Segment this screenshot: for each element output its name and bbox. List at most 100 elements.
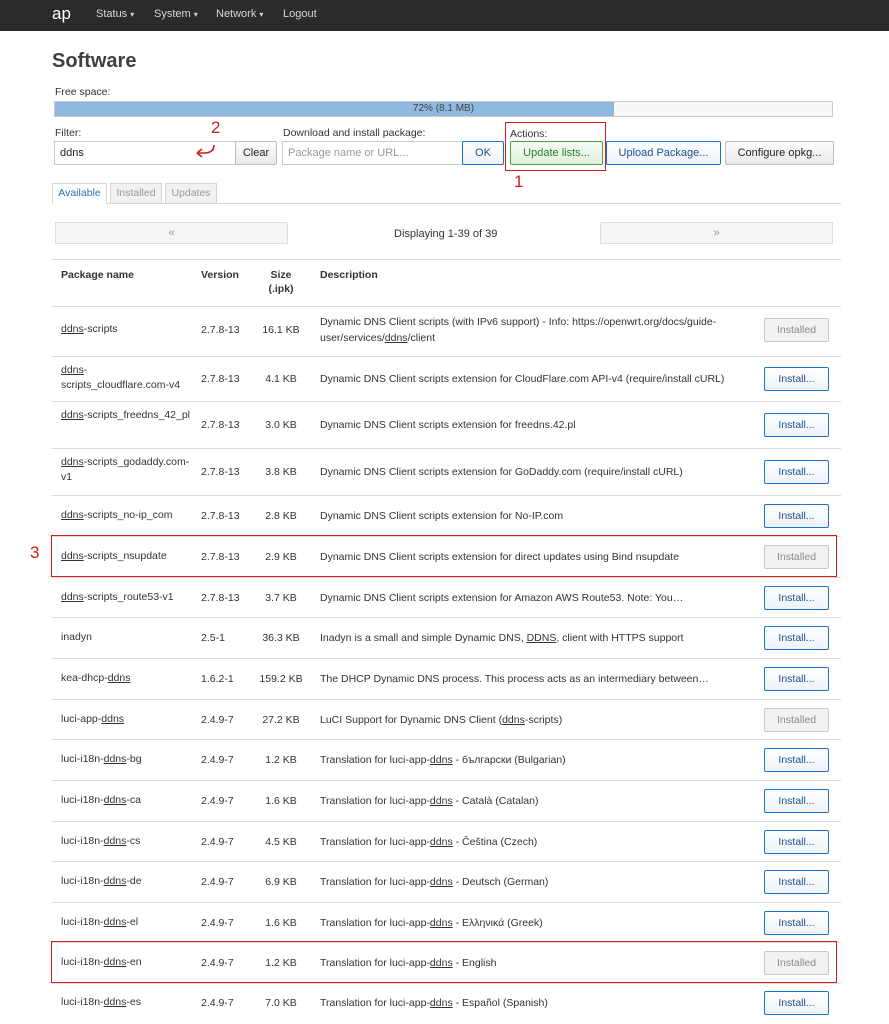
install-button[interactable]: Install... bbox=[764, 911, 829, 935]
package-version: 2.4.9-7 bbox=[201, 836, 234, 848]
package-name: ddns-scripts_route53-v1 bbox=[61, 590, 193, 605]
text-part: Dynamic DNS Client scripts extension for… bbox=[320, 509, 564, 522]
brand-logo[interactable]: ap bbox=[52, 4, 71, 24]
filter-label: Filter: bbox=[55, 127, 82, 139]
package-size: 2.8 KB bbox=[265, 509, 297, 522]
text-part: - Čeština (Czech) bbox=[452, 836, 538, 848]
package-size: 4.1 KB bbox=[265, 373, 297, 385]
text-part: Dynamic DNS Client scripts (with IPv6 su… bbox=[320, 316, 717, 344]
text-part: Inadyn is a small and simple Dynamic DNS… bbox=[320, 632, 527, 644]
free-space-bar: 72% (8.1 MB) bbox=[54, 101, 833, 117]
text-part: luci-i18n- bbox=[61, 835, 104, 847]
package-url-input[interactable]: Package name or URL... bbox=[282, 141, 463, 165]
text-part: -cs bbox=[126, 835, 141, 847]
text-part: LuCI Support for Dynamic DNS Client ( bbox=[320, 714, 503, 726]
upload-package-button[interactable]: Upload Package... bbox=[606, 141, 721, 165]
install-button[interactable]: Install... bbox=[764, 667, 829, 691]
install-button[interactable]: Install... bbox=[764, 503, 829, 528]
free-space-text: 72% (8.1 MB) bbox=[412, 103, 475, 114]
package-size: 7.0 KB bbox=[265, 997, 297, 1009]
nav-system[interactable]: System ▾ bbox=[154, 8, 198, 20]
text-part: luci-i18n- bbox=[61, 916, 104, 928]
install-button[interactable]: Install... bbox=[764, 991, 829, 1015]
text-part: - Ελληνικά (Greek) bbox=[452, 917, 543, 929]
clear-button[interactable]: Clear bbox=[235, 141, 277, 165]
keyword-highlight: ddns bbox=[61, 456, 84, 468]
package-size: 27.2 KB bbox=[262, 714, 300, 726]
pager-status: Displaying 1-39 of 39 bbox=[394, 228, 498, 240]
install-button[interactable]: Install... bbox=[764, 460, 829, 484]
ok-button[interactable]: OK bbox=[462, 141, 504, 165]
chevron-down-icon: ▾ bbox=[193, 10, 198, 19]
text-part: -scripts) bbox=[524, 714, 563, 726]
package-description: Translation for luci-app-ddns - Ελληνικά… bbox=[320, 915, 740, 931]
install-button[interactable]: Install... bbox=[764, 367, 829, 391]
install-button[interactable]: Install... bbox=[764, 413, 829, 437]
install-button[interactable]: Install... bbox=[764, 626, 829, 650]
text-part: -ca bbox=[126, 794, 141, 806]
keyword-highlight: ddns bbox=[61, 364, 84, 376]
package-name: luci-app-ddns bbox=[61, 712, 193, 727]
configure-opkg-button[interactable]: Configure opkg... bbox=[725, 141, 834, 165]
package-size: 1.2 KB bbox=[265, 754, 297, 766]
package-version: 2.4.9-7 bbox=[201, 754, 234, 766]
package-description: Translation for luci-app-ddns - Català (… bbox=[320, 793, 740, 809]
annotation-box-row bbox=[51, 941, 837, 983]
keyword-highlight: ddns bbox=[429, 795, 453, 807]
package-version: 2.4.9-7 bbox=[201, 997, 234, 1009]
install-button[interactable]: Install... bbox=[764, 789, 829, 813]
package-name: luci-i18n-ddns-bg bbox=[61, 752, 193, 767]
nav-status[interactable]: Status ▾ bbox=[96, 8, 134, 20]
column-header-package-name: Package name bbox=[61, 269, 134, 281]
column-header-description: Description bbox=[320, 269, 378, 281]
text-part: -scripts_freedns_42_pl bbox=[83, 409, 191, 421]
text-part: Translation for luci-app- bbox=[320, 997, 430, 1009]
nav-logout[interactable]: Logout bbox=[283, 8, 317, 20]
package-name: inadyn bbox=[61, 630, 193, 645]
text-part: luci-i18n- bbox=[61, 753, 104, 765]
package-version: 2.7.8-13 bbox=[201, 419, 240, 431]
install-button[interactable]: Install... bbox=[764, 870, 829, 894]
text-part: -el bbox=[126, 916, 139, 928]
annotation-number-2: 2 bbox=[211, 118, 221, 137]
package-size: 159.2 KB bbox=[259, 673, 303, 685]
tab-available[interactable]: Available bbox=[52, 183, 107, 204]
package-version: 2.7.8-13 bbox=[201, 509, 240, 522]
keyword-highlight: ddns bbox=[429, 997, 453, 1009]
text-part: - български (Bulgarian) bbox=[452, 754, 566, 766]
package-version: 1.6.2-1 bbox=[201, 673, 234, 685]
install-button[interactable]: Install... bbox=[764, 830, 829, 854]
package-version: 2.4.9-7 bbox=[201, 917, 234, 929]
keyword-highlight: ddns bbox=[502, 714, 525, 726]
top-navbar: ap Status ▾ System ▾ Network ▾ Logout bbox=[0, 0, 889, 31]
package-version: 2.5-1 bbox=[201, 632, 225, 644]
prev-page-button[interactable]: « bbox=[55, 222, 288, 244]
keyword-highlight: ddns bbox=[429, 917, 453, 929]
text-part: luci-i18n- bbox=[61, 875, 104, 887]
package-version: 2.4.9-7 bbox=[201, 795, 234, 807]
text-part: /client bbox=[407, 332, 435, 344]
annotation-box-1 bbox=[505, 122, 606, 171]
package-name: luci-i18n-ddns-el bbox=[61, 915, 193, 930]
nav-network[interactable]: Network ▾ bbox=[216, 8, 263, 20]
text-part: Translation for luci-app- bbox=[320, 795, 430, 807]
text-part: Dynamic DNS Client scripts extension for… bbox=[320, 466, 683, 478]
text-part: luci-i18n- bbox=[61, 996, 104, 1008]
package-version: 2.7.8-13 bbox=[201, 592, 240, 604]
package-description: Translation for luci-app-ddns - Español … bbox=[320, 995, 740, 1011]
keyword-highlight: ddns bbox=[429, 876, 453, 888]
package-size: 3.8 KB bbox=[265, 466, 297, 478]
next-page-button[interactable]: » bbox=[600, 222, 833, 244]
keyword-highlight: DDNS bbox=[526, 632, 557, 644]
install-button[interactable]: Install... bbox=[764, 586, 829, 610]
package-description: Translation for luci-app-ddns - Čeština … bbox=[320, 834, 740, 850]
install-button[interactable]: Install... bbox=[764, 748, 829, 772]
tab-updates[interactable]: Updates bbox=[165, 183, 217, 204]
package-size: 3.0 KB bbox=[265, 419, 297, 431]
package-description: Dynamic DNS Client scripts (with IPv6 su… bbox=[320, 314, 740, 346]
text-part: -es bbox=[126, 996, 141, 1008]
tab-installed[interactable]: Installed bbox=[110, 183, 162, 204]
package-version: 2.4.9-7 bbox=[201, 876, 234, 888]
package-version: 2.7.8-13 bbox=[201, 373, 240, 385]
package-name: ddns-scripts_no-ip_com bbox=[61, 508, 193, 523]
